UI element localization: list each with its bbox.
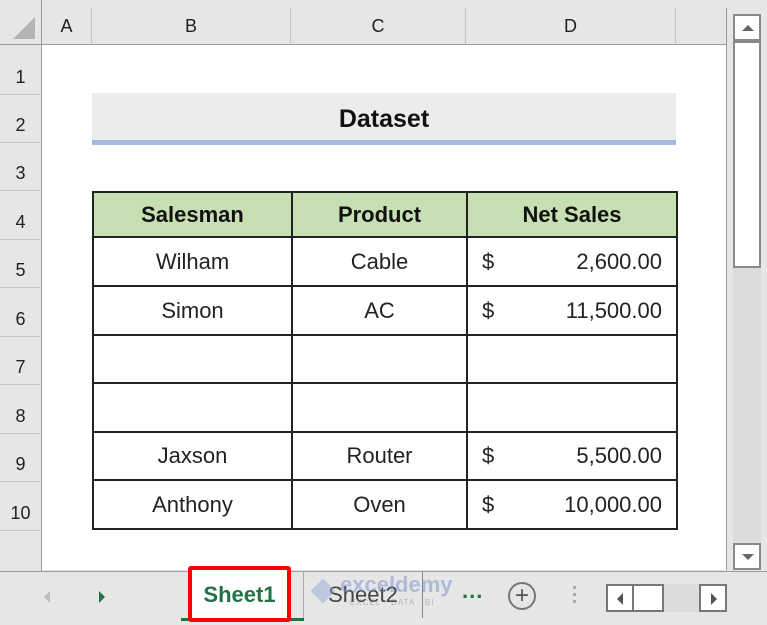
- sales-table: Salesman Product Net Sales Wilham Cable …: [92, 191, 678, 530]
- header-net-sales[interactable]: Net Sales: [466, 191, 678, 238]
- row-header-empty: [0, 531, 42, 571]
- sheet-tab-sheet2[interactable]: Sheet2: [303, 572, 423, 618]
- arrow-left-icon: [617, 593, 623, 605]
- cell-net-sales[interactable]: [466, 334, 678, 384]
- cell-net-sales[interactable]: $5,500.00: [466, 431, 678, 481]
- cell-net-sales[interactable]: $10,000.00: [466, 479, 678, 530]
- currency-symbol: $: [482, 248, 495, 274]
- row-header-2[interactable]: 2: [0, 95, 42, 143]
- cell-product[interactable]: [291, 334, 468, 384]
- arrow-up-icon: [742, 25, 754, 31]
- previous-sheet-icon[interactable]: [44, 591, 50, 603]
- cell-net-sales[interactable]: $2,600.00: [466, 236, 678, 287]
- row-header-9[interactable]: 9: [0, 434, 42, 482]
- cell-product[interactable]: [291, 382, 468, 433]
- row-header-8[interactable]: 8: [0, 385, 42, 434]
- amount: 10,000.00: [564, 491, 662, 517]
- header-product[interactable]: Product: [291, 191, 468, 238]
- row-header-10[interactable]: 10: [0, 482, 42, 531]
- cell-product[interactable]: Router: [291, 431, 468, 481]
- row-header-7[interactable]: 7: [0, 337, 42, 385]
- currency-symbol: $: [482, 297, 495, 323]
- scroll-left-button[interactable]: [606, 584, 634, 612]
- select-all-button[interactable]: [0, 0, 42, 45]
- cell-product[interactable]: Oven: [291, 479, 468, 530]
- plus-icon: +: [514, 582, 529, 609]
- cell-net-sales[interactable]: [466, 382, 678, 433]
- sheet-tab-bar: Sheet2 exceldemy EXCEL · DATA · BI Sheet…: [0, 566, 767, 625]
- column-header-b[interactable]: B: [92, 8, 291, 45]
- amount: 5,500.00: [576, 443, 662, 468]
- more-sheets-button[interactable]: ...: [462, 578, 483, 604]
- table-row: Anthony Oven $10,000.00: [92, 479, 678, 530]
- scroll-down-button[interactable]: [733, 543, 761, 570]
- row-header-4[interactable]: 4: [0, 191, 42, 240]
- currency-symbol: $: [482, 443, 495, 468]
- table-header-row: Salesman Product Net Sales: [92, 191, 678, 238]
- next-sheet-icon[interactable]: [99, 591, 105, 603]
- arrow-down-icon: [742, 554, 754, 560]
- dataset-title[interactable]: Dataset: [92, 93, 676, 141]
- select-all-triangle-icon: [13, 17, 35, 39]
- amount: 11,500.00: [565, 297, 662, 323]
- column-header-a[interactable]: A: [42, 8, 92, 45]
- table-row: Jaxson Router $5,500.00: [92, 431, 678, 481]
- header-salesman[interactable]: Salesman: [92, 191, 293, 238]
- scroll-up-button[interactable]: [733, 14, 761, 41]
- column-header-c[interactable]: C: [291, 8, 466, 45]
- table-row: [92, 334, 678, 384]
- horizontal-scrollbar[interactable]: [606, 584, 727, 612]
- row-header-1[interactable]: 1: [0, 45, 42, 95]
- cell-salesman[interactable]: Wilham: [92, 236, 293, 287]
- cell-product[interactable]: AC: [291, 285, 468, 336]
- column-header-d[interactable]: D: [466, 8, 676, 45]
- column-header-e-partial[interactable]: [676, 8, 727, 45]
- vertical-scroll-thumb[interactable]: [733, 41, 761, 268]
- table-row: [92, 382, 678, 433]
- row-header-5[interactable]: 5: [0, 240, 42, 288]
- scroll-right-button[interactable]: [699, 584, 727, 612]
- amount: 2,600.00: [576, 248, 662, 274]
- cell-salesman[interactable]: Simon: [92, 285, 293, 336]
- table-row: Simon AC $11,500.00: [92, 285, 678, 336]
- tab-splitter-handle[interactable]: [573, 586, 576, 606]
- table-row: Wilham Cable $2,600.00: [92, 236, 678, 287]
- cell-salesman[interactable]: [92, 382, 293, 433]
- cell-net-sales[interactable]: $11,500.00: [466, 285, 678, 336]
- row-header-6[interactable]: 6: [0, 288, 42, 337]
- sheet-tab-sheet1[interactable]: Sheet1: [188, 566, 291, 622]
- cell-salesman[interactable]: Jaxson: [92, 431, 293, 481]
- cell-salesman[interactable]: [92, 334, 293, 384]
- cell-product[interactable]: Cable: [291, 236, 468, 287]
- cell-salesman[interactable]: Anthony: [92, 479, 293, 530]
- row-header-3[interactable]: 3: [0, 143, 42, 191]
- currency-symbol: $: [482, 491, 495, 517]
- add-sheet-button[interactable]: +: [508, 582, 536, 610]
- arrow-right-icon: [711, 593, 717, 605]
- horizontal-scroll-thumb[interactable]: [634, 584, 664, 612]
- vertical-scrollbar[interactable]: [733, 14, 761, 570]
